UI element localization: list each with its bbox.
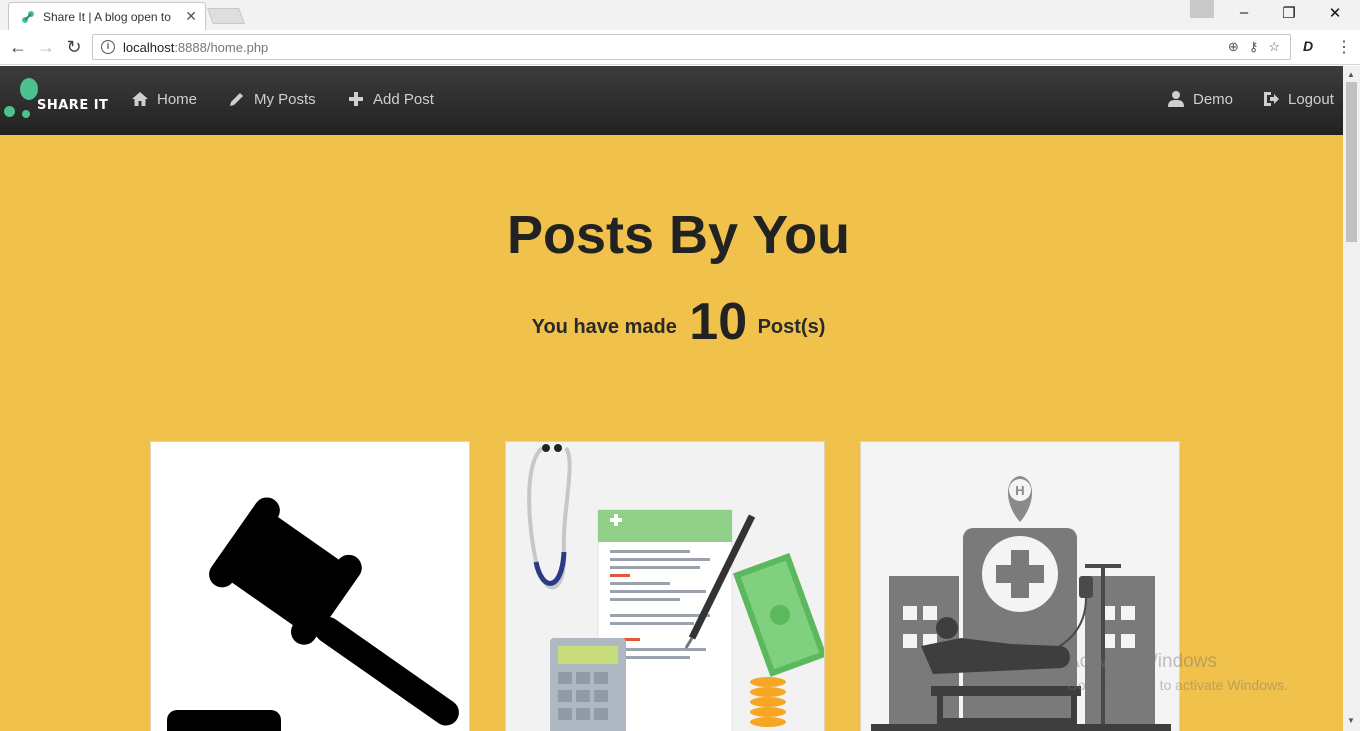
browser-tab[interactable]: Share It | A blog open to ✕	[8, 2, 206, 30]
tab-close-icon[interactable]: ✕	[185, 8, 197, 25]
post-count-suffix: Post(s)	[757, 316, 826, 338]
logo-dot-small	[22, 110, 30, 118]
minimize-icon[interactable]: –	[1234, 4, 1254, 21]
restore-icon[interactable]: ❐	[1279, 4, 1299, 22]
nav-user-label: Demo	[1193, 90, 1234, 108]
share-it-favicon-icon	[22, 10, 34, 23]
address-bar[interactable]: i localhost:8888/home.php ⊕ ⚷ ☆	[92, 34, 1291, 60]
pencil-icon	[230, 93, 243, 106]
tab-title: Share It | A blog open to	[43, 9, 171, 24]
watermark-line1: Activate Windows	[1067, 651, 1217, 672]
nav-home[interactable]: Home	[131, 90, 197, 108]
home-icon	[132, 92, 148, 106]
post-count-prefix: You have made	[531, 316, 677, 338]
nav-logout[interactable]: Logout	[1262, 90, 1334, 108]
profile-icon[interactable]	[1190, 0, 1214, 18]
nav-home-label: Home	[157, 90, 198, 108]
new-tab-button[interactable]	[207, 8, 245, 24]
key-icon[interactable]: ⚷	[1249, 39, 1259, 55]
page-scrollbar[interactable]: ▲ ▼	[1343, 66, 1360, 731]
scroll-down-icon[interactable]: ▼	[1347, 716, 1355, 725]
user-icon	[1168, 91, 1184, 107]
nav-add-post[interactable]: Add Post	[347, 90, 434, 108]
plus-icon	[349, 92, 363, 106]
window-close-icon[interactable]: ✕	[1325, 4, 1345, 22]
svg-text:H: H	[1015, 483, 1024, 498]
post-count-summary: You have made 10 Post(s)	[0, 292, 1343, 352]
browser-title-bar: Share It | A blog open to ✕ – ❐ ✕	[0, 0, 1360, 30]
page-content: SHARE IT Home My Posts Add Post Demo Log…	[0, 66, 1343, 731]
scroll-up-icon[interactable]: ▲	[1347, 70, 1355, 79]
post-card[interactable]	[150, 441, 470, 731]
scrollbar-thumb[interactable]	[1346, 82, 1357, 242]
browser-toolbar: ← → ↻ i localhost:8888/home.php ⊕ ⚷ ☆ D …	[0, 30, 1360, 65]
nav-my-posts-label: My Posts	[254, 90, 316, 108]
back-arrow-icon[interactable]: ←	[8, 37, 28, 58]
url-host: localhost	[123, 39, 175, 55]
nav-user[interactable]: Demo	[1167, 90, 1233, 108]
zoom-icon[interactable]: ⊕	[1228, 39, 1239, 55]
brand-name: SHARE IT	[37, 98, 109, 113]
windows-activation-watermark: Activate Windows Go to Settings to activ…	[1067, 651, 1288, 693]
insurance-claim-image	[506, 442, 824, 731]
nav-add-post-label: Add Post	[373, 90, 434, 108]
browser-menu-icon[interactable]: ⋮	[1336, 37, 1352, 57]
logo-dot-left	[4, 106, 15, 117]
logout-icon	[1264, 92, 1279, 106]
logo-dot-large	[20, 78, 38, 100]
post-card[interactable]	[505, 441, 825, 731]
watermark-line2: Go to Settings to activate Windows.	[1067, 677, 1288, 693]
site-info-icon[interactable]: i	[101, 40, 115, 54]
post-count-value: 10	[689, 293, 748, 351]
page-title: Posts By You	[506, 205, 851, 265]
reload-icon[interactable]: ↻	[64, 37, 84, 58]
forward-arrow-icon[interactable]: →	[36, 37, 56, 58]
nav-my-posts[interactable]: My Posts	[228, 90, 316, 108]
nav-logout-label: Logout	[1288, 90, 1334, 108]
extension-icon[interactable]: D	[1303, 38, 1313, 54]
url-path: :8888/home.php	[174, 39, 269, 55]
brand-logo[interactable]: SHARE IT	[3, 76, 113, 126]
gavel-image	[151, 442, 469, 731]
bookmark-star-icon[interactable]: ☆	[1268, 39, 1280, 55]
site-navbar: SHARE IT Home My Posts Add Post Demo Log…	[0, 66, 1343, 135]
